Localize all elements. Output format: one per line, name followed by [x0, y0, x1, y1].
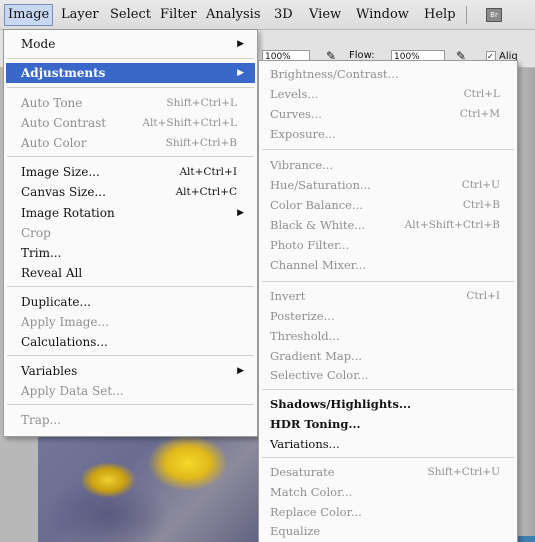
submenu-item-selective-color[interactable]: Selective Color...	[259, 365, 517, 385]
submenu-item-equalize[interactable]: Equalize	[259, 521, 517, 541]
submenu-item-hue-saturation[interactable]: Hue/Saturation... Ctrl+U	[259, 175, 517, 195]
menu-item-reveal-all[interactable]: Reveal All	[4, 263, 257, 283]
menu-item-variables[interactable]: Variables ▶	[4, 361, 257, 381]
submenu-item-black-white[interactable]: Black & White... Alt+Shift+Ctrl+B	[259, 215, 517, 235]
menu-item-auto-tone[interactable]: Auto Tone Shift+Ctrl+L	[4, 93, 257, 113]
image-menu-dropdown: Mode ▶ Adjustments ▶ Auto Tone Shift+Ctr…	[3, 29, 258, 437]
menu-separator	[7, 355, 254, 356]
menu-select[interactable]: Select	[110, 7, 151, 23]
menu-view[interactable]: View	[309, 7, 341, 23]
submenu-item-vibrance[interactable]: Vibrance...	[259, 155, 517, 175]
submenu-separator	[262, 281, 514, 282]
menu-item-trim[interactable]: Trim...	[4, 243, 257, 263]
submenu-item-threshold[interactable]: Threshold...	[259, 326, 517, 346]
menu-item-apply-image[interactable]: Apply Image...	[4, 312, 257, 332]
menu-help[interactable]: Help	[424, 7, 456, 23]
submenu-arrow-icon: ▶	[237, 39, 244, 49]
submenu-item-replace-color[interactable]: Replace Color...	[259, 502, 517, 522]
submenu-item-hdr-toning[interactable]: HDR Toning...	[259, 414, 517, 434]
submenu-item-color-balance[interactable]: Color Balance... Ctrl+B	[259, 195, 517, 215]
submenu-item-posterize[interactable]: Posterize...	[259, 306, 517, 326]
menu-item-calculations[interactable]: Calculations...	[4, 332, 257, 352]
menu-item-crop[interactable]: Crop	[4, 223, 257, 243]
menu-item-mode[interactable]: Mode ▶	[4, 34, 257, 54]
submenu-item-curves[interactable]: Curves... Ctrl+M	[259, 104, 517, 124]
submenu-item-brightness-contrast[interactable]: Brightness/Contrast...	[259, 64, 517, 84]
bridge-icon[interactable]: Br	[486, 8, 502, 22]
menu-item-auto-contrast[interactable]: Auto Contrast Alt+Shift+Ctrl+L	[4, 113, 257, 133]
menu-item-image-rotation[interactable]: Image Rotation ▶	[4, 203, 257, 223]
submenu-arrow-icon: ▶	[237, 366, 244, 376]
menu-item-image-size[interactable]: Image Size... Alt+Ctrl+I	[4, 162, 257, 182]
menu-separator	[7, 404, 254, 405]
submenu-item-desaturate[interactable]: Desaturate Shift+Ctrl+U	[259, 462, 517, 482]
submenu-item-channel-mixer[interactable]: Channel Mixer...	[259, 255, 517, 275]
submenu-separator	[262, 457, 514, 458]
menu-item-auto-color[interactable]: Auto Color Shift+Ctrl+B	[4, 133, 257, 153]
menu-layer[interactable]: Layer	[61, 7, 99, 23]
submenu-item-match-color[interactable]: Match Color...	[259, 482, 517, 502]
menu-window[interactable]: Window	[356, 7, 409, 23]
submenu-item-variations[interactable]: Variations...	[259, 434, 517, 454]
menu-separator	[7, 58, 254, 59]
submenu-item-exposure[interactable]: Exposure...	[259, 124, 517, 144]
menu-item-apply-data-set[interactable]: Apply Data Set...	[4, 381, 257, 401]
menu-filter[interactable]: Filter	[160, 7, 196, 23]
adjustments-submenu: Brightness/Contrast... Levels... Ctrl+L …	[258, 60, 518, 542]
submenu-item-shadows-highlights[interactable]: Shadows/Highlights...	[259, 394, 517, 414]
submenu-separator	[262, 149, 514, 150]
menu-image[interactable]: Image	[4, 4, 54, 26]
submenu-separator	[262, 389, 514, 390]
menu-3d[interactable]: 3D	[274, 7, 293, 23]
menu-separator	[7, 286, 254, 287]
submenu-arrow-icon: ▶	[237, 68, 244, 78]
submenu-item-levels[interactable]: Levels... Ctrl+L	[259, 84, 517, 104]
submenu-item-gradient-map[interactable]: Gradient Map...	[259, 346, 517, 366]
menu-analysis[interactable]: Analysis	[206, 7, 261, 23]
submenu-arrow-icon: ▶	[237, 208, 244, 218]
submenu-item-invert[interactable]: Invert Ctrl+I	[259, 286, 517, 306]
submenu-item-photo-filter[interactable]: Photo Filter...	[259, 235, 517, 255]
menu-item-trap[interactable]: Trap...	[4, 410, 257, 430]
menu-separator	[7, 156, 254, 157]
menubar-separator	[466, 6, 467, 24]
menu-bar: Image Layer Select Filter Analysis 3D Vi…	[0, 0, 535, 30]
menu-item-canvas-size[interactable]: Canvas Size... Alt+Ctrl+C	[4, 182, 257, 202]
menu-item-duplicate[interactable]: Duplicate...	[4, 292, 257, 312]
menu-separator	[7, 87, 254, 88]
menu-item-adjustments[interactable]: Adjustments ▶	[6, 63, 255, 83]
